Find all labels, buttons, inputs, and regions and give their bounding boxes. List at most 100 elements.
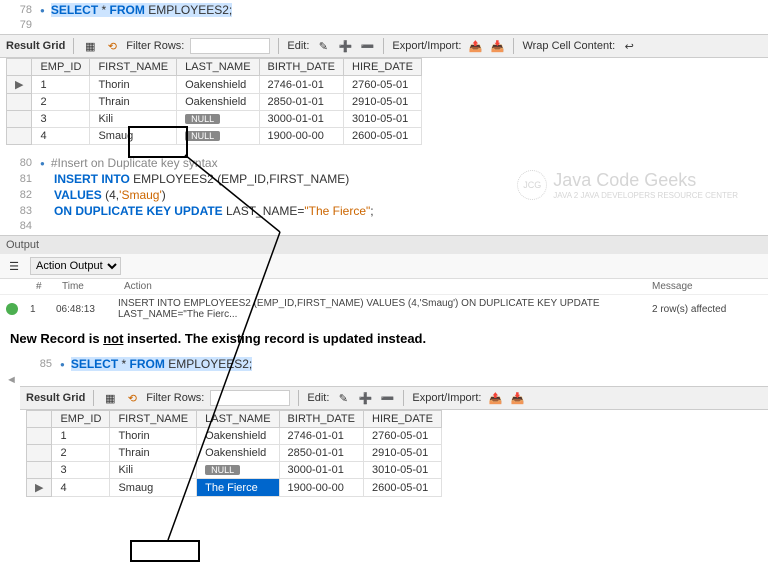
col-message: Message [652, 281, 762, 292]
sql-editor-1[interactable]: 78 ● SELECT * FROM EMPLOYEES2; 79 [0, 0, 768, 34]
export-icon[interactable]: 📤 [487, 390, 503, 406]
col-header[interactable]: BIRTH_DATE [279, 411, 363, 428]
filter-rows-label: Filter Rows: [126, 40, 184, 52]
selected-cell[interactable]: The Fierce [197, 479, 279, 497]
line-number: 84 [0, 220, 40, 232]
table-row[interactable]: 2 Thrain Oakenshield 2850-01-01 2910-05-… [27, 445, 442, 462]
table-row[interactable]: 3 Kili NULL 3000-01-01 3010-05-01 [27, 462, 442, 479]
output-message: 2 row(s) affected [652, 304, 762, 315]
sql-keyword: FROM [110, 3, 145, 17]
result-grid-label: Result Grid [6, 40, 65, 52]
row-marker [7, 111, 32, 128]
output-num: 1 [30, 304, 44, 315]
col-header[interactable]: LAST_NAME [197, 411, 279, 428]
delete-row-icon[interactable]: ➖ [359, 38, 375, 54]
edit-icon[interactable]: ✎ [335, 390, 351, 406]
table-header-row: EMP_ID FIRST_NAME LAST_NAME BIRTH_DATE H… [27, 411, 442, 428]
delete-row-icon[interactable]: ➖ [379, 390, 395, 406]
filter-rows-label: Filter Rows: [146, 392, 204, 404]
output-panel-title: Output [0, 235, 768, 254]
line-number: 85 [20, 358, 60, 370]
export-icon[interactable]: 📤 [467, 38, 483, 54]
line-number: 83 [0, 205, 40, 217]
result-table-2[interactable]: EMP_ID FIRST_NAME LAST_NAME BIRTH_DATE H… [26, 410, 442, 497]
row-marker [7, 128, 32, 145]
add-row-icon[interactable]: ➕ [337, 38, 353, 54]
sql-keyword: SELECT [51, 3, 98, 17]
filter-input[interactable] [190, 38, 270, 54]
sql-keyword: SELECT [71, 357, 118, 371]
sql-keyword: INSERT INTO [54, 172, 130, 186]
wrap-icon[interactable]: ↩ [621, 38, 637, 54]
sql-identifier: EMPLOYEES2 [168, 357, 249, 371]
row-marker [27, 462, 52, 479]
line-number: 82 [0, 189, 40, 201]
sql-comment: #Insert on Duplicate key syntax [51, 156, 218, 170]
annotation-box-fierce [130, 540, 200, 562]
grid-icon[interactable]: ▦ [82, 38, 98, 54]
output-type-select[interactable]: Action Output [30, 257, 121, 275]
line-number: 81 [0, 173, 40, 185]
row-marker: ▶ [27, 479, 52, 497]
import-icon[interactable]: 📥 [509, 390, 525, 406]
output-time: 06:48:13 [56, 304, 106, 315]
table-row[interactable]: 3 Kili NULL 3000-01-01 3010-05-01 [7, 111, 422, 128]
sql-keyword: ON DUPLICATE KEY UPDATE [54, 204, 223, 218]
col-header[interactable]: LAST_NAME [177, 59, 259, 76]
col-header[interactable]: EMP_ID [52, 411, 110, 428]
output-toolbar: ☰ Action Output [0, 254, 768, 279]
table-row[interactable]: ▶ 1 Thorin Oakenshield 2746-01-01 2760-0… [7, 76, 422, 94]
refresh-icon[interactable]: ⟲ [124, 390, 140, 406]
col-hash: # [36, 281, 50, 292]
result-grid-label: Result Grid [26, 392, 85, 404]
col-time: Time [62, 281, 112, 292]
output-list-icon[interactable]: ☰ [6, 258, 22, 274]
grid-icon[interactable]: ▦ [102, 390, 118, 406]
output-action: INSERT INTO EMPLOYEES2 (EMP_ID,FIRST_NAM… [118, 298, 640, 320]
table-row[interactable]: 1 Thorin Oakenshield 2746-01-01 2760-05-… [27, 428, 442, 445]
output-header-row: # Time Action Message [0, 279, 768, 295]
sql-identifier: EMPLOYEES2 [148, 3, 229, 17]
col-header[interactable]: FIRST_NAME [110, 411, 197, 428]
col-header[interactable]: FIRST_NAME [90, 59, 177, 76]
line-number: 80 [0, 157, 40, 169]
row-marker [7, 94, 32, 111]
row-marker: ▶ [7, 76, 32, 94]
result-toolbar-2: Result Grid ▦ ⟲ Filter Rows: Edit: ✎ ➕ ➖… [20, 386, 768, 410]
result-table-1[interactable]: EMP_ID FIRST_NAME LAST_NAME BIRTH_DATE H… [6, 58, 422, 145]
breakpoint-bullet: ● [40, 159, 45, 168]
col-header[interactable]: BIRTH_DATE [259, 59, 343, 76]
edit-icon[interactable]: ✎ [315, 38, 331, 54]
collapse-arrow[interactable]: ◄ [0, 374, 768, 386]
watermark-logo: JCG Java Code Geeks JAVA 2 JAVA DEVELOPE… [517, 170, 738, 200]
line-number: 78 [0, 4, 40, 16]
sql-keyword: FROM [130, 357, 165, 371]
table-row[interactable]: 2 Thrain Oakenshield 2850-01-01 2910-05-… [7, 94, 422, 111]
edit-label: Edit: [307, 392, 329, 404]
annotation-text: New Record is not inserted. The existing… [0, 323, 768, 354]
output-row[interactable]: 1 06:48:13 INSERT INTO EMPLOYEES2 (EMP_I… [0, 295, 768, 323]
col-action: Action [124, 281, 640, 292]
sql-editor-3[interactable]: 85 ● SELECT * FROM EMPLOYEES2; [0, 354, 768, 374]
col-header[interactable]: EMP_ID [32, 59, 90, 76]
line-number: 79 [0, 19, 40, 31]
refresh-icon[interactable]: ⟲ [104, 38, 120, 54]
col-header[interactable]: HIRE_DATE [344, 59, 422, 76]
export-import-label: Export/Import: [392, 40, 461, 52]
breakpoint-bullet: ● [40, 6, 45, 15]
wrap-cell-label: Wrap Cell Content: [522, 40, 615, 52]
sql-keyword: VALUES [54, 188, 102, 202]
filter-input[interactable] [210, 390, 290, 406]
add-row-icon[interactable]: ➕ [357, 390, 373, 406]
row-marker [27, 445, 52, 462]
table-row[interactable]: 4 Smaug NULL 1900-00-00 2600-05-01 [7, 128, 422, 145]
null-badge: NULL [185, 114, 220, 124]
null-badge: NULL [205, 465, 240, 475]
import-icon[interactable]: 📥 [489, 38, 505, 54]
table-header-row: EMP_ID FIRST_NAME LAST_NAME BIRTH_DATE H… [7, 59, 422, 76]
result-toolbar-1: Result Grid ▦ ⟲ Filter Rows: Edit: ✎ ➕ ➖… [0, 34, 768, 58]
null-badge: NULL [185, 131, 220, 141]
row-marker [27, 428, 52, 445]
col-header[interactable]: HIRE_DATE [364, 411, 442, 428]
table-row[interactable]: ▶ 4 Smaug The Fierce 1900-00-00 2600-05-… [27, 479, 442, 497]
